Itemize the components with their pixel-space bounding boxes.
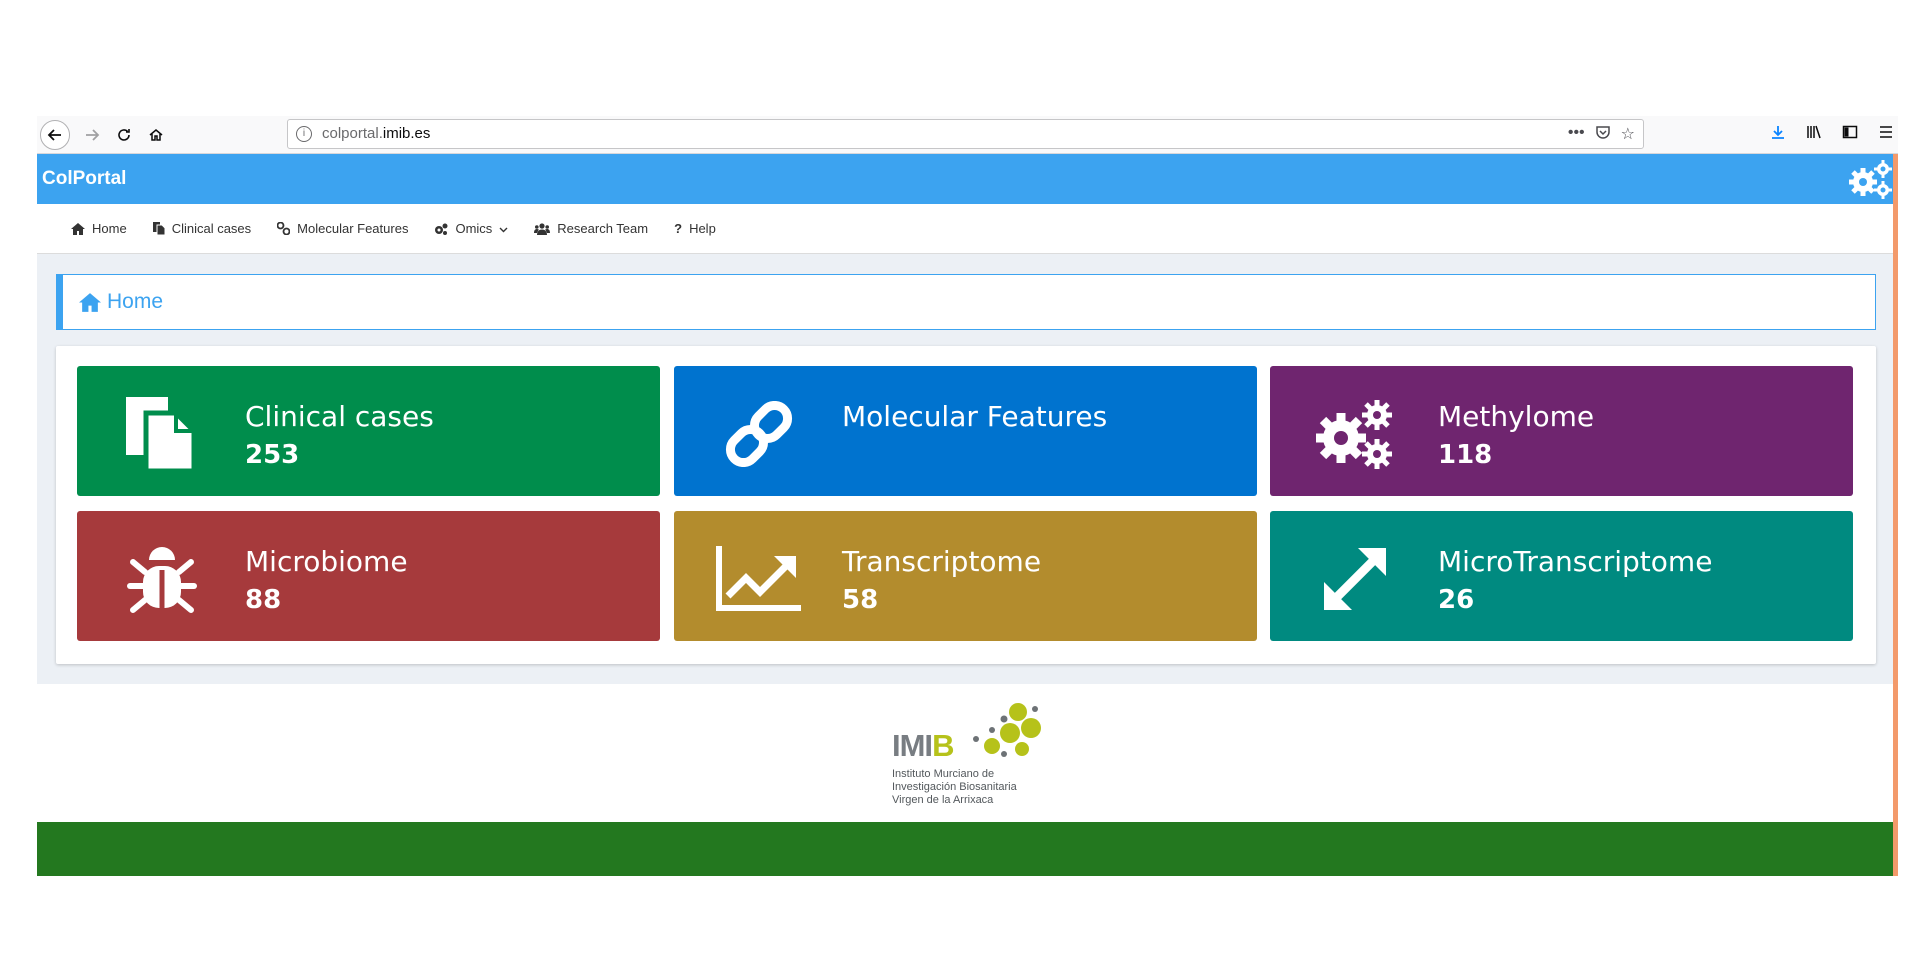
logo-line-3: Virgen de la Arrixaca xyxy=(892,794,994,806)
reload-icon[interactable] xyxy=(109,120,139,150)
tile-count: 118 xyxy=(1438,440,1493,470)
content-area: Home Clinical cases 253 Molecular Featur… xyxy=(37,254,1893,684)
cogs-icon xyxy=(1310,396,1400,471)
tile-count: 26 xyxy=(1438,585,1475,615)
page-title: Home xyxy=(107,290,164,313)
breadcrumb: Home xyxy=(56,274,1876,330)
home-icon xyxy=(71,222,85,235)
home-icon[interactable] xyxy=(141,120,171,150)
download-icon[interactable] xyxy=(1770,124,1786,145)
line-chart-icon xyxy=(714,541,804,616)
brand-logo[interactable]: ColPortal xyxy=(42,168,126,190)
tile-title: Molecular Features xyxy=(842,400,1108,433)
cogs-icon[interactable] xyxy=(1847,158,1893,200)
tile-microbiome[interactable]: Microbiome 88 xyxy=(77,511,660,641)
url-bar[interactable]: i colportal.imib.es ••• ☆ xyxy=(287,119,1644,149)
scroll-edge xyxy=(1893,154,1898,876)
more-icon[interactable]: ••• xyxy=(1568,124,1585,145)
nav-item-research-team[interactable]: Research Team xyxy=(534,221,648,236)
home-icon xyxy=(79,292,101,312)
bookmark-star-icon[interactable]: ☆ xyxy=(1621,124,1635,145)
url-text: colportal.imib.es xyxy=(322,125,431,142)
tile-transcriptome[interactable]: Transcriptome 58 xyxy=(674,511,1257,641)
copy-icon xyxy=(152,222,165,235)
tile-title: MicroTranscriptome xyxy=(1438,545,1713,578)
pocket-icon[interactable] xyxy=(1595,124,1611,145)
nav-label: Clinical cases xyxy=(171,221,252,236)
library-icon[interactable] xyxy=(1806,124,1822,145)
link-icon xyxy=(277,222,291,235)
cogs-icon xyxy=(434,223,448,235)
nav-item-help[interactable]: ? Help xyxy=(674,221,716,236)
imib-logo[interactable]: IMIB Instituto Murciano de Investigación… xyxy=(892,702,1052,807)
nav-label: Omics xyxy=(455,221,493,236)
expand-icon xyxy=(1310,541,1400,616)
nav-label: Help xyxy=(689,221,716,236)
tile-count: 88 xyxy=(245,585,282,615)
logo-name: IMIB xyxy=(892,728,954,763)
nav-item-omics[interactable]: Omics xyxy=(434,221,508,236)
tile-clinical-cases[interactable]: Clinical cases 253 xyxy=(77,366,660,496)
info-icon[interactable]: i xyxy=(296,126,312,142)
nav-label: Research Team xyxy=(557,221,649,236)
back-icon[interactable] xyxy=(40,120,70,150)
nav-item-molecular-features[interactable]: Molecular Features xyxy=(277,221,408,236)
question-icon: ? xyxy=(674,221,683,236)
dashboard-panel: Clinical cases 253 Molecular Features Me… xyxy=(56,346,1876,664)
nav-item-home[interactable]: Home xyxy=(71,221,127,236)
copy-icon xyxy=(117,396,207,471)
browser-window: i colportal.imib.es ••• ☆ ColPortal Home… xyxy=(37,116,1898,876)
menu-icon[interactable] xyxy=(1878,124,1894,145)
chevron-down-icon xyxy=(499,221,508,236)
tile-molecular-features[interactable]: Molecular Features xyxy=(674,366,1257,496)
browser-toolbar: i colportal.imib.es ••• ☆ xyxy=(37,116,1898,154)
sidebar-icon[interactable] xyxy=(1842,124,1858,145)
nav-item-clinical-cases[interactable]: Clinical cases xyxy=(152,221,252,236)
tile-count: 253 xyxy=(245,440,300,470)
tile-title: Microbiome xyxy=(245,545,408,578)
tile-title: Methylome xyxy=(1438,400,1595,433)
app-header: ColPortal xyxy=(37,154,1893,204)
forward-icon[interactable] xyxy=(77,120,107,150)
top-navigation: Home Clinical cases Molecular Features O… xyxy=(37,204,1893,254)
logo-line-2: Investigación Biosanitaria xyxy=(892,781,1017,793)
nav-label: Home xyxy=(92,221,127,236)
footer: IMIB Instituto Murciano de Investigación… xyxy=(37,684,1893,822)
tile-count: 58 xyxy=(842,585,879,615)
tile-microtranscriptome[interactable]: MicroTranscriptome 26 xyxy=(1270,511,1853,641)
link-icon xyxy=(714,396,804,471)
bug-icon xyxy=(117,541,207,616)
tile-title: Transcriptome xyxy=(842,545,1042,578)
users-icon xyxy=(534,222,551,235)
footer-bar xyxy=(37,822,1893,876)
logo-line-1: Instituto Murciano de xyxy=(892,768,995,780)
tile-methylome[interactable]: Methylome 118 xyxy=(1270,366,1853,496)
tile-title: Clinical cases xyxy=(245,400,434,433)
nav-label: Molecular Features xyxy=(297,221,409,236)
